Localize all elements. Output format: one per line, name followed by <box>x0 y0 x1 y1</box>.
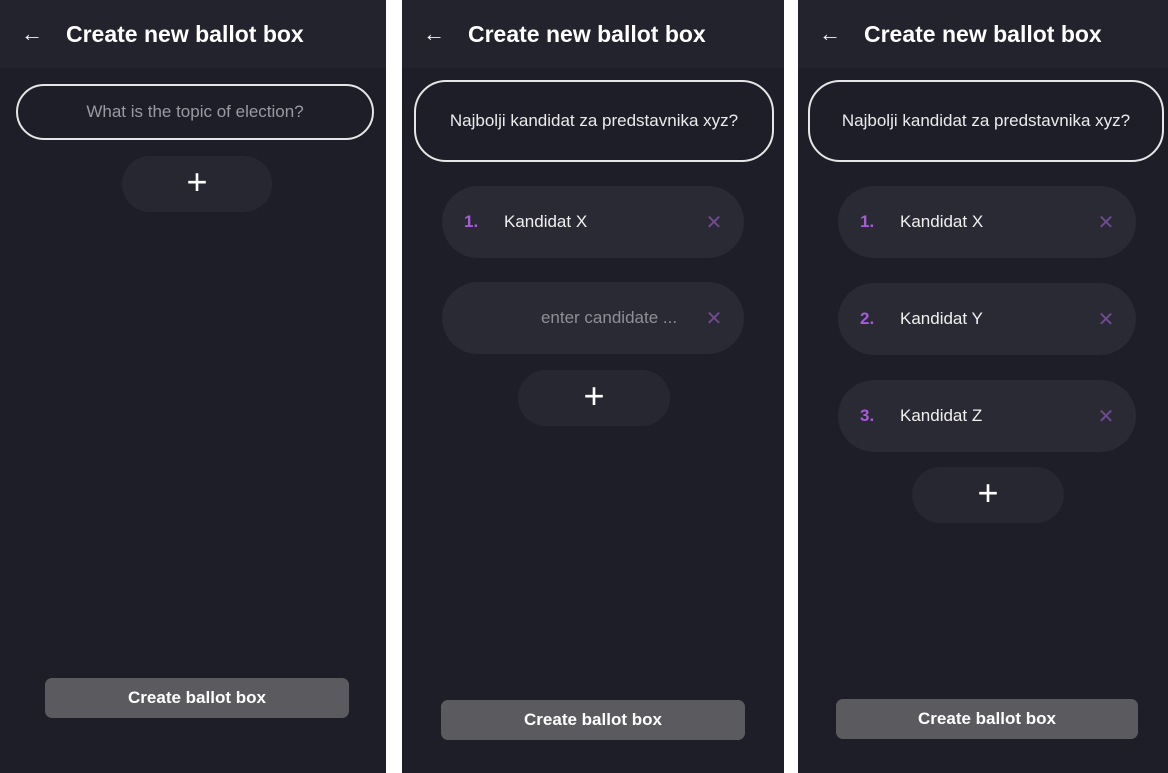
remove-candidate-icon[interactable]: ✕ <box>1086 404 1126 429</box>
candidate-name-input[interactable]: Kandidat Z <box>900 406 1086 426</box>
candidate-name-input[interactable]: Kandidat X <box>900 212 1086 232</box>
back-arrow-icon[interactable]: ← <box>804 0 856 68</box>
candidate-number: 1. <box>464 212 479 231</box>
screen-one-candidate: ← Create new ballot box Najbolji kandida… <box>402 0 784 773</box>
remove-candidate-icon[interactable]: ✕ <box>694 306 734 331</box>
candidate-number: 1. <box>860 212 875 231</box>
candidate-number: 2. <box>860 309 875 328</box>
candidate-name-input[interactable]: Kandidat X <box>504 212 694 232</box>
create-ballot-box-button[interactable]: Create ballot box <box>836 699 1138 739</box>
plus-icon: + <box>977 472 999 513</box>
app-bar: ← Create new ballot box <box>0 0 386 68</box>
add-candidate-button[interactable]: + <box>122 156 272 212</box>
add-candidate-button[interactable]: + <box>518 370 670 426</box>
candidate-name-input[interactable]: Kandidat Y <box>900 309 1086 329</box>
app-bar: ← Create new ballot box <box>402 0 784 68</box>
candidate-row: 1. Kandidat X ✕ <box>838 186 1136 258</box>
screen-three-candidates: ← Create new ballot box Najbolji kandida… <box>798 0 1168 773</box>
candidate-number: 3. <box>860 406 875 425</box>
plus-icon: + <box>186 161 208 202</box>
screen-empty: ← Create new ballot box What is the topi… <box>0 0 386 773</box>
topic-input[interactable]: Najbolji kandidat za predstavnika xyz? <box>808 80 1164 162</box>
back-arrow-icon[interactable]: ← <box>408 0 460 68</box>
plus-icon: + <box>583 375 605 416</box>
candidate-row: 2. Kandidat Y ✕ <box>838 283 1136 355</box>
create-ballot-box-button[interactable]: Create ballot box <box>45 678 349 718</box>
candidate-row: 1. Kandidat X ✕ <box>442 186 744 258</box>
candidate-name-input[interactable]: enter candidate ... <box>504 308 694 328</box>
page-title: Create new ballot box <box>864 20 1102 47</box>
topic-input[interactable]: What is the topic of election? <box>16 84 374 140</box>
add-candidate-button[interactable]: + <box>912 467 1064 523</box>
remove-candidate-icon[interactable]: ✕ <box>694 210 734 235</box>
page-title: Create new ballot box <box>66 20 304 47</box>
page-title: Create new ballot box <box>468 20 706 47</box>
app-bar: ← Create new ballot box <box>798 0 1168 68</box>
topic-input[interactable]: Najbolji kandidat za predstavnika xyz? <box>414 80 774 162</box>
back-arrow-icon[interactable]: ← <box>6 0 58 68</box>
candidate-row: enter candidate ... ✕ <box>442 282 744 354</box>
remove-candidate-icon[interactable]: ✕ <box>1086 307 1126 332</box>
remove-candidate-icon[interactable]: ✕ <box>1086 210 1126 235</box>
candidate-row: 3. Kandidat Z ✕ <box>838 380 1136 452</box>
create-ballot-box-button[interactable]: Create ballot box <box>441 700 745 740</box>
